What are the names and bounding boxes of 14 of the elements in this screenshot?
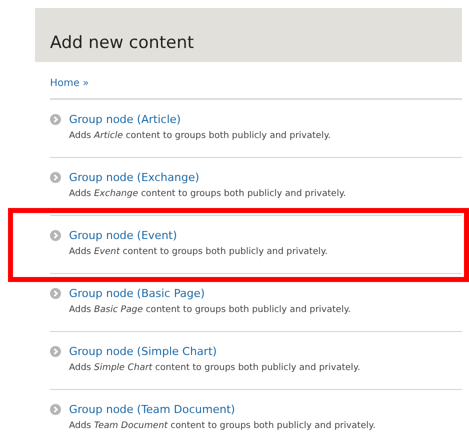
content-type-description: Adds Team Document content to groups both publicly and privately. xyxy=(68,420,377,433)
content-type-link[interactable]: Group node (Article) xyxy=(69,111,181,128)
breadcrumb-link[interactable]: Home » xyxy=(50,76,89,92)
content-type-description: Adds Exchange content to groups both publicly and privately. xyxy=(68,188,347,201)
content-type-description: Adds Article content to groups both publicly and privately. xyxy=(68,130,332,143)
content-type-link[interactable]: Group node (Team Document) xyxy=(69,401,236,418)
content-type-description: Adds Simple Chart content to groups both publicly and privately. xyxy=(68,362,362,375)
content-type-link[interactable]: Group node (Event) xyxy=(69,227,178,244)
content-type-description: Adds Event content to groups both publicly and privately. xyxy=(68,246,329,259)
content-type-description: Adds Basic Page content to groups both publicly and privately. xyxy=(68,304,352,317)
content-type-link[interactable]: Group node (Exchange) xyxy=(69,169,200,186)
content-type-link[interactable]: Group node (Simple Chart) xyxy=(69,343,217,360)
content-type-link[interactable]: Group node (Basic Page) xyxy=(69,285,205,302)
page-title: Add new content xyxy=(50,33,194,53)
